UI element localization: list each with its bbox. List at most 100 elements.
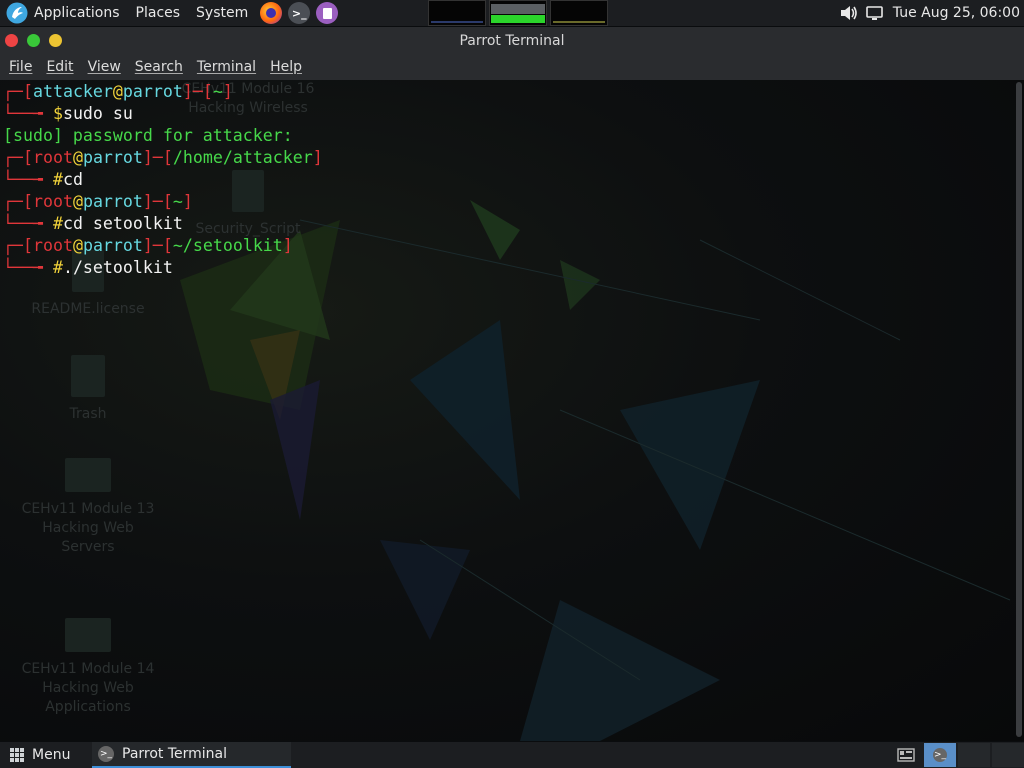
close-button[interactable] bbox=[5, 34, 18, 47]
terminal-icon: >_ bbox=[933, 748, 947, 762]
terminal-area[interactable]: CEHv11 Module 16 Hacking Wireless Securi… bbox=[0, 80, 1024, 741]
text-editor-icon[interactable] bbox=[316, 2, 339, 24]
command-line: └──╼ #cd bbox=[3, 169, 323, 191]
memory-graph bbox=[489, 0, 547, 26]
desktop-icon-label: README.license bbox=[31, 301, 145, 317]
prompt-symbol: # bbox=[52, 170, 63, 189]
command-line: └──╼ $sudo su bbox=[3, 103, 323, 125]
prompt-bracket: ]─[ bbox=[142, 192, 173, 211]
output-line: [sudo] password for attacker: bbox=[3, 125, 323, 147]
command-line: └──╼ #cd setoolkit bbox=[3, 213, 323, 235]
prompt-user: attacker bbox=[32, 82, 113, 101]
prompt-user: root bbox=[32, 192, 73, 211]
terminal-icon: >_ bbox=[98, 746, 114, 762]
applications-menu[interactable]: Applications bbox=[0, 0, 128, 26]
prompt-bracket: ] bbox=[182, 192, 193, 211]
taskbar-item-parrot-terminal[interactable]: >_ Parrot Terminal bbox=[92, 742, 291, 768]
desktop-icon-trash: Trash bbox=[18, 355, 158, 424]
workspace-3[interactable] bbox=[992, 743, 1024, 767]
prompt-dir: ~ bbox=[172, 192, 183, 211]
window-titlebar[interactable]: Parrot Terminal bbox=[0, 27, 1024, 54]
prompt-bracket: ] bbox=[222, 82, 233, 101]
minimize-button[interactable] bbox=[49, 34, 62, 47]
menu-terminal[interactable]: Terminal bbox=[190, 59, 263, 75]
workspace-1[interactable]: >_ bbox=[924, 743, 956, 767]
terminal-icon[interactable]: >_ bbox=[288, 2, 311, 24]
maximize-button[interactable] bbox=[27, 34, 40, 47]
prompt-arrow: └──╼ bbox=[3, 214, 53, 233]
desktop-icon-module14: CEHv11 Module 14 Hacking Web Application… bbox=[18, 618, 158, 717]
prompt-arrow: └──╼ bbox=[3, 258, 53, 277]
prompt-arrow: └──╼ bbox=[3, 104, 53, 123]
desktop-icon-label: Trash bbox=[69, 406, 107, 422]
display-icon[interactable] bbox=[865, 5, 883, 21]
app-grid-icon bbox=[10, 748, 24, 762]
prompt-symbol: # bbox=[52, 214, 63, 233]
menu-file[interactable]: File bbox=[2, 59, 39, 75]
prompt-line: ┌─[root@parrot]─[~/setoolkit] bbox=[3, 235, 323, 257]
prompt-at: @ bbox=[72, 192, 83, 211]
volume-icon[interactable] bbox=[840, 5, 858, 21]
system-monitor[interactable] bbox=[428, 0, 608, 26]
command-text: cd bbox=[62, 170, 83, 189]
prompt-host: parrot bbox=[82, 236, 143, 255]
prompt-host: parrot bbox=[82, 148, 143, 167]
network-graph bbox=[550, 0, 608, 26]
places-menu[interactable]: Places bbox=[128, 0, 189, 26]
trash-icon bbox=[71, 355, 105, 397]
taskbar-item-label: Parrot Terminal bbox=[122, 746, 228, 762]
terminal-output: ┌─[attacker@parrot]─[~] └──╼ $sudo su [sud… bbox=[3, 81, 323, 279]
prompt-bracket: ]─[ bbox=[142, 148, 173, 167]
cpu-graph bbox=[428, 0, 486, 26]
prompt-symbol: $ bbox=[52, 104, 63, 123]
window-menubar: File Edit View Search Terminal Help bbox=[0, 54, 1024, 80]
prompt-bracket: ┌─[ bbox=[3, 192, 33, 211]
bottom-panel: Menu >_ Parrot Terminal >_ bbox=[0, 742, 1024, 768]
prompt-dir: ~/setoolkit bbox=[172, 236, 283, 255]
prompt-dir: /home/attacker bbox=[172, 148, 313, 167]
prompt-line: ┌─[attacker@parrot]─[~] bbox=[3, 81, 323, 103]
menu-label: Menu bbox=[32, 747, 71, 763]
parrot-logo-icon bbox=[6, 2, 28, 24]
menu-help[interactable]: Help bbox=[263, 59, 309, 75]
menu-search[interactable]: Search bbox=[128, 59, 190, 75]
desktop-icon-label: CEHv11 Module 13 Hacking Web Servers bbox=[21, 501, 155, 555]
applications-label: Applications bbox=[34, 5, 120, 21]
prompt-bracket: ┌─[ bbox=[3, 148, 33, 167]
prompt-at: @ bbox=[72, 148, 83, 167]
prompt-at: @ bbox=[72, 236, 83, 255]
command-line: └──╼ #./setoolkit bbox=[3, 257, 323, 279]
prompt-bracket: ] bbox=[312, 148, 323, 167]
terminal-scrollbar[interactable] bbox=[1016, 82, 1022, 737]
menu-button[interactable]: Menu bbox=[0, 742, 80, 768]
folder-icon bbox=[65, 618, 111, 652]
prompt-host: parrot bbox=[82, 192, 143, 211]
menu-view[interactable]: View bbox=[81, 59, 128, 75]
prompt-dir: ~ bbox=[212, 82, 223, 101]
prompt-bracket: ] bbox=[282, 236, 293, 255]
clock[interactable]: Tue Aug 25, 06:00 bbox=[893, 5, 1020, 21]
prompt-bracket: ]─[ bbox=[142, 236, 173, 255]
prompt-arrow: └──╼ bbox=[3, 170, 53, 189]
workspace-switcher: >_ bbox=[888, 742, 1024, 768]
window-title: Parrot Terminal bbox=[459, 32, 565, 49]
command-text: cd setoolkit bbox=[62, 214, 183, 233]
system-menu[interactable]: System bbox=[188, 0, 256, 26]
firefox-icon[interactable] bbox=[260, 2, 283, 24]
system-tray: Tue Aug 25, 06:00 bbox=[840, 0, 1024, 26]
folder-icon bbox=[65, 458, 111, 492]
desktop-icon-label: CEHv11 Module 14 Hacking Web Application… bbox=[21, 661, 155, 715]
prompt-user: root bbox=[32, 236, 73, 255]
prompt-line: ┌─[root@parrot]─[/home/attacker] bbox=[3, 147, 323, 169]
prompt-host: parrot bbox=[122, 82, 183, 101]
menu-edit[interactable]: Edit bbox=[39, 59, 80, 75]
workspace-indicator-icon[interactable] bbox=[890, 743, 922, 767]
prompt-line: ┌─[root@parrot]─[~] bbox=[3, 191, 323, 213]
prompt-user: root bbox=[32, 148, 73, 167]
prompt-bracket: ┌─[ bbox=[3, 236, 33, 255]
command-text: ./setoolkit bbox=[62, 258, 173, 277]
output-text: [sudo] password for attacker: bbox=[3, 126, 293, 145]
prompt-bracket: ┌─[ bbox=[3, 82, 33, 101]
command-text: sudo su bbox=[62, 104, 133, 123]
workspace-2[interactable] bbox=[958, 743, 990, 767]
